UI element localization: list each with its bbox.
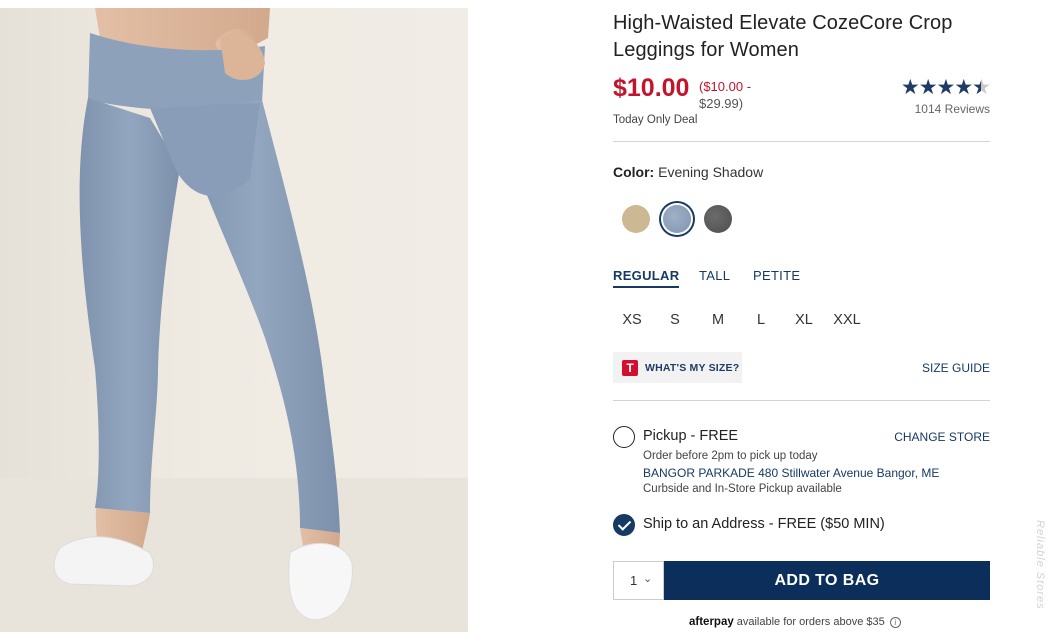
add-to-bag-button[interactable]: ADD TO BAG [664,561,990,600]
star-icon: ★ [936,76,956,99]
divider [613,141,990,142]
tab-regular[interactable]: REGULAR [613,268,680,288]
divider [613,400,990,401]
color-swatch-evening-shadow[interactable] [663,205,691,233]
tab-petite[interactable]: PETITE [753,268,800,283]
leggings-photo [0,8,468,632]
star-rating[interactable]: ★★★★★ [900,75,991,100]
star-icon: ★ [918,76,938,99]
pickup-label: Pickup - FREE [643,428,739,444]
watermark: Reliable Stores [1034,520,1046,610]
size-option[interactable]: L [746,312,776,328]
pickup-availability: Curbside and In-Store Pickup available [643,483,842,495]
product-title: High-Waisted Elevate CozeCore Crop Leggi… [613,12,953,61]
info-icon[interactable]: i [889,616,901,628]
ship-label: Ship to an Address - FREE ($50 MIN) [643,516,885,532]
true-fit-logo-icon: T [622,360,638,376]
size-option[interactable]: XL [789,312,819,328]
price-range-high: $29.99) [699,96,744,111]
size-option[interactable]: S [660,312,690,328]
afterpay-note: afterpay available for orders above $35 i [689,616,901,628]
color-label: Color: Evening Shadow [613,164,763,180]
afterpay-logo: afterpay [689,616,734,628]
tab-tall[interactable]: TALL [699,268,730,283]
quantity-value: 1 [630,573,638,588]
size-option[interactable]: M [703,312,733,328]
product-image[interactable] [0,8,468,632]
color-swatch-tan[interactable] [622,205,650,233]
star-icon: ★ [900,76,920,99]
size-guide-link[interactable]: SIZE GUIDE [922,361,990,375]
reviews-count[interactable]: 1014 Reviews [915,102,990,116]
pickup-note: Order before 2pm to pick up today [643,450,818,462]
size-option[interactable]: XS [617,312,647,328]
star-icon: ★ [954,76,973,99]
quantity-select[interactable]: 1 ⌄ [613,561,664,600]
whats-my-size-label: WHAT'S MY SIZE? [645,362,740,374]
pickup-radio[interactable] [613,426,635,448]
size-option[interactable]: XXL [832,312,862,328]
ship-radio[interactable] [613,514,635,536]
price-range: ($10.00 - $29.99) [699,78,769,112]
change-store-link[interactable]: CHANGE STORE [894,430,990,444]
sale-price: $10.00 [613,74,690,102]
store-address-link[interactable]: BANGOR PARKADE 480 Stillwater Avenue Ban… [643,466,939,480]
afterpay-text: available for orders above $35 [736,616,885,628]
chevron-down-icon: ⌄ [643,573,653,585]
color-selected-name: Evening Shadow [658,164,764,180]
deal-label: Today Only Deal [613,114,698,126]
whats-my-size-button[interactable]: T WHAT'S MY SIZE? [613,352,742,383]
color-label-prefix: Color: [613,164,655,180]
price-range-low: ($10.00 - [699,79,752,94]
product-info-panel: High-Waisted Elevate CozeCore Crop Leggi… [613,0,991,643]
half-star-icon: ★ [972,75,991,100]
color-swatch-charcoal[interactable] [704,205,732,233]
